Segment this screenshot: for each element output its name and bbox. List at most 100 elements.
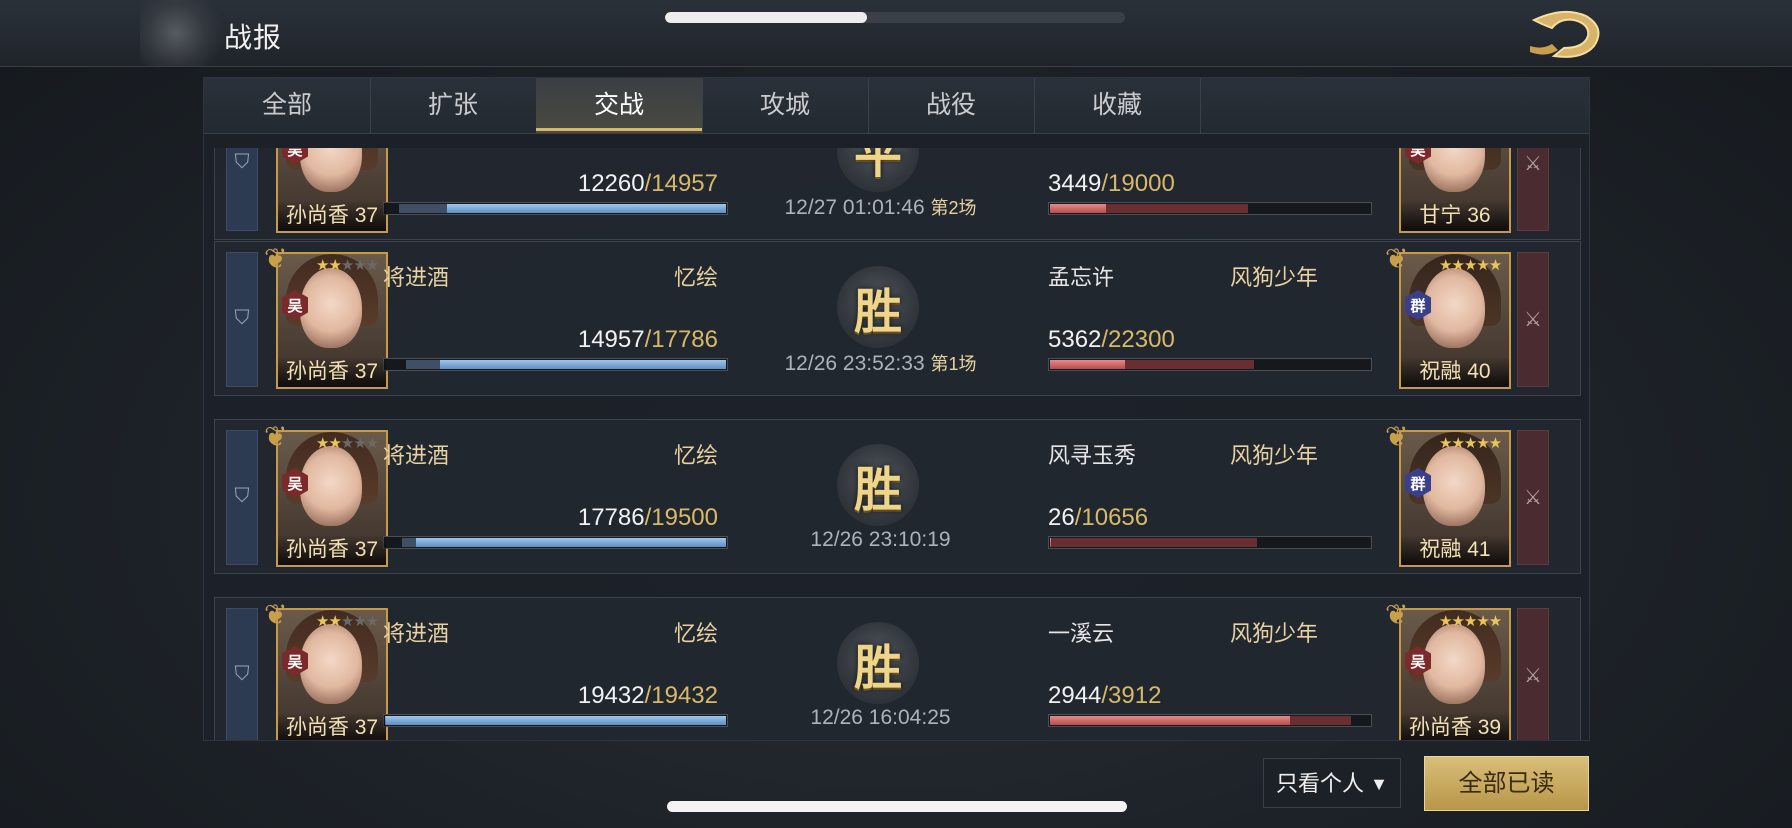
scroll-progress-fill <box>665 12 868 23</box>
sword-icon: ⚔ <box>1524 487 1542 509</box>
report-row[interactable]: ⛉ ❦ ★★★★★ 吴 孙尚香 37 将进酒 忆绘 19432/19432 胜 … <box>214 597 1581 740</box>
enemy-hp-fill <box>1050 538 1052 547</box>
enemy-hp-max: /10656 <box>1074 504 1149 531</box>
battle-timestamp: 12/26 23:10:19 <box>810 528 951 551</box>
hero-name-level: 甘宁 36 <box>1401 201 1509 231</box>
hero-stars: ★★★★★ <box>316 257 379 274</box>
enemy-player-name: 风寻玉秀 <box>1048 443 1137 468</box>
battle-round: 第1场 <box>930 354 977 374</box>
hero-face <box>1423 446 1485 526</box>
enemy-hp-current: 2944 <box>1048 682 1102 709</box>
enemy-guild-name: 风狗少年 <box>1229 621 1318 646</box>
hero-stars: ★★★★★ <box>1439 435 1502 452</box>
tab-campaign[interactable]: 战役 <box>868 78 1035 133</box>
battle-time: 12/26 23:52:33 第1场 <box>783 350 978 376</box>
enemy-hero-portrait[interactable]: ★★★★★ 群 祝融 41 <box>1399 430 1511 567</box>
enemy-hp-fill <box>1050 716 1290 725</box>
ally-guild-name: 忆绘 <box>673 443 718 468</box>
sword-icon: ⚔ <box>1524 153 1542 175</box>
battle-timestamp: 12/26 16:04:25 <box>810 706 951 729</box>
page-title: 战报 <box>224 22 283 53</box>
enemy-hp-text: 3449/19000 <box>1048 170 1175 198</box>
enemy-side-strip: ⚔ <box>1517 252 1549 387</box>
ally-side-strip: ⛉ <box>226 148 258 231</box>
ally-player-name: 将进酒 <box>383 265 450 290</box>
ally-hp-max: /19500 <box>644 504 718 531</box>
mark-all-read-button[interactable]: 全部已读 <box>1424 756 1589 811</box>
tab-bar: 全部 扩张 交战 攻城 战役 收藏 <box>204 78 1589 134</box>
hero-name-level: 祝融 40 <box>1401 357 1509 387</box>
tab-favorites[interactable]: 收藏 <box>1034 78 1201 133</box>
result-text: 胜 <box>853 462 902 518</box>
gold-wing-ornament: ❦ <box>1385 421 1409 452</box>
gold-wing-ornament: ❦ <box>1385 599 1409 630</box>
enemy-player-name: 孟忘许 <box>1048 265 1115 290</box>
hero-face <box>1423 268 1485 348</box>
enemy-player-name: 一溪云 <box>1048 621 1115 646</box>
dragon-logo-icon[interactable] <box>1524 6 1608 62</box>
ally-hp-text: 17786/19500 <box>518 504 718 532</box>
enemy-side-strip: ⚔ <box>1517 608 1549 740</box>
tab-siege[interactable]: 攻城 <box>702 78 869 133</box>
hero-name-level: 孙尚香 37 <box>278 357 386 387</box>
ally-player-name: 将进酒 <box>383 443 450 468</box>
enemy-hp-fill <box>1050 204 1106 213</box>
enemy-hp-text: 2944/3912 <box>1048 682 1161 710</box>
ally-hp-max: /17786 <box>644 326 718 353</box>
hero-name-level: 孙尚香 37 <box>278 713 386 740</box>
result-text: 胜 <box>853 640 902 696</box>
hero-stars: ★★★★★ <box>316 435 379 452</box>
scroll-progress-bar <box>665 12 1125 23</box>
ally-hp-current: 12260 <box>577 170 645 197</box>
enemy-hp-ghost <box>1050 538 1258 547</box>
enemy-hero-portrait[interactable]: ★★★★★ 吴 孙尚香 39 <box>1399 608 1511 740</box>
enemy-hp-text: 26/10656 <box>1048 504 1148 532</box>
tab-combat[interactable]: 交战 <box>536 78 703 133</box>
result-text: 胜 <box>853 284 902 340</box>
enemy-guild-name: 风狗少年 <box>1229 265 1318 290</box>
enemy-hp-current: 26 <box>1048 504 1075 531</box>
tab-all[interactable]: 全部 <box>204 78 371 133</box>
header-ornament <box>140 0 230 66</box>
ally-guild-name: 忆绘 <box>673 265 718 290</box>
ally-hp-current: 14957 <box>577 326 645 353</box>
enemy-hp-bar <box>1048 202 1372 215</box>
ally-hero-portrait[interactable]: ★★★★★ 吴 孙尚香 37 <box>276 608 388 740</box>
ally-side-strip: ⛉ <box>226 608 258 740</box>
enemy-hp-bar <box>1048 714 1372 727</box>
enemy-hp-bar <box>1048 358 1372 371</box>
report-row[interactable]: ⛉ ❦ ★★★★★ 吴 孙尚香 37 将进酒 忆绘 17786/19500 胜 … <box>214 419 1581 574</box>
report-row[interactable]: ⛉ ❦ ★★★★★ 吴 孙尚香 37 将进酒 忆绘 14957/17786 胜 … <box>214 241 1581 396</box>
hero-face <box>1423 624 1485 704</box>
ally-player-name: 将进酒 <box>383 621 450 646</box>
enemy-hero-portrait[interactable]: ★★★★★ 群 祝融 40 <box>1399 252 1511 389</box>
ally-hero-portrait[interactable]: 吴 孙尚香 37 <box>276 148 388 233</box>
ally-guild-name: 忆绘 <box>673 621 718 646</box>
gold-wing-ornament: ❦ <box>264 599 288 630</box>
tab-expansion[interactable]: 扩张 <box>370 78 537 133</box>
report-row[interactable]: ⛉ 吴 孙尚香 37 12260/14957 平 12/27 01:01:46 … <box>214 148 1581 240</box>
battle-time: 12/26 23:10:19 <box>783 528 978 552</box>
hero-face <box>1423 148 1485 192</box>
battle-time: 12/26 16:04:25 <box>783 706 978 730</box>
enemy-side-strip: ⚔ <box>1517 430 1549 565</box>
battle-report-panel: 全部 扩张 交战 攻城 战役 收藏 ⛉ 吴 孙尚香 37 12260/14957… <box>203 77 1590 741</box>
hero-name-level: 孙尚香 37 <box>278 201 386 231</box>
ally-hero-portrait[interactable]: ★★★★★ 吴 孙尚香 37 <box>276 252 388 389</box>
ally-hp-bar <box>383 714 728 727</box>
enemy-hp-max: /3912 <box>1101 682 1162 709</box>
hero-name-level: 祝融 41 <box>1401 535 1509 565</box>
report-list[interactable]: ⛉ 吴 孙尚香 37 12260/14957 平 12/27 01:01:46 … <box>204 148 1589 740</box>
enemy-hero-portrait[interactable]: 吴 甘宁 36 <box>1399 148 1511 233</box>
enemy-hp-current: 3449 <box>1048 170 1102 197</box>
hero-stars: ★★★★★ <box>1439 613 1502 630</box>
home-indicator[interactable] <box>667 801 1127 812</box>
ally-hp-text: 19432/19432 <box>518 682 718 710</box>
enemy-hp-current: 5362 <box>1048 326 1102 353</box>
result-text: 平 <box>853 148 902 184</box>
hero-face <box>300 148 362 192</box>
ally-hero-portrait[interactable]: ★★★★★ 吴 孙尚香 37 <box>276 430 388 567</box>
enemy-hp-max: /22300 <box>1101 326 1175 353</box>
hero-face <box>300 268 362 348</box>
filter-dropdown[interactable]: 只看个人 ▼ <box>1263 758 1401 808</box>
